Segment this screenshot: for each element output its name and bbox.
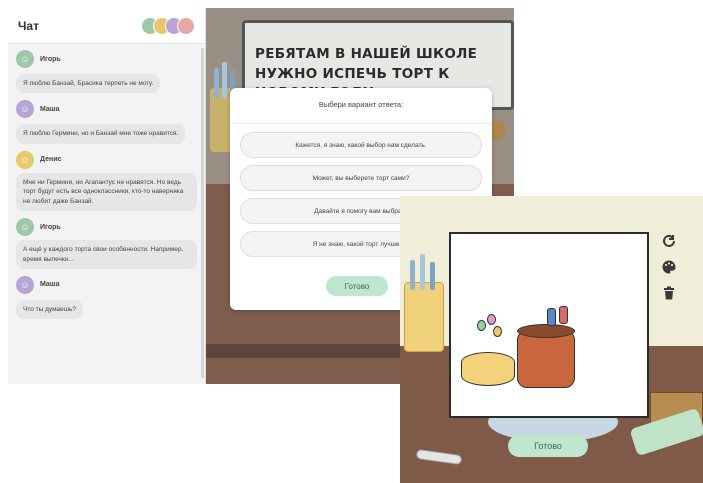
avatar: ☺ <box>16 50 34 68</box>
figure-icon <box>559 306 568 324</box>
chat-scrollbar[interactable] <box>201 48 204 378</box>
message-author: Игорь <box>40 55 61 63</box>
chat-message: ☺ Маша Я люблю Гермини, но и Банзай мне … <box>16 100 197 144</box>
chat-panel: Чат ☺ Игорь Я люблю Банзай, Брасика терп… <box>8 8 206 384</box>
figure-icon <box>547 308 556 326</box>
cake-canvas[interactable] <box>449 232 649 418</box>
chat-header: Чат <box>8 8 205 44</box>
palette-icon[interactable] <box>660 258 678 276</box>
utensil-icon <box>420 254 425 290</box>
message-text: Мне ни Гермини, ни Агапантус не нравятся… <box>16 172 197 212</box>
participant-avatar <box>177 16 195 35</box>
message-text: Я люблю Банзай, Брасика терпеть не могу. <box>16 74 161 94</box>
done-button[interactable]: Готово <box>326 276 388 296</box>
utensil-icon <box>430 262 435 290</box>
cake-top <box>517 324 575 338</box>
utensil-icon <box>214 68 219 98</box>
participants-avatars <box>141 16 195 35</box>
avatar: ☺ <box>16 100 34 119</box>
chat-message: ☺ Игорь Я люблю Банзай, Брасика терпеть … <box>16 50 197 94</box>
cake-small[interactable] <box>461 352 515 386</box>
message-author: Маша <box>40 105 60 113</box>
trash-icon[interactable] <box>660 284 678 302</box>
done-button[interactable]: Готово <box>508 435 588 457</box>
message-author: Маша <box>40 281 60 289</box>
message-text: Что ты думаешь? <box>16 299 83 320</box>
utensil-icon <box>410 260 415 290</box>
balloon-icon <box>477 320 486 331</box>
answer-option[interactable]: Может, вы выберете торт сами? <box>240 165 482 191</box>
message-author: Игорь <box>40 223 61 231</box>
balloon-icon <box>487 314 496 325</box>
message-author: Денис <box>40 156 62 164</box>
chat-message: ☺ Игорь А ещё у каждого торта свои особе… <box>16 218 197 269</box>
chat-message: ☺ Денис Мне ни Гермини, ни Агапантус не … <box>16 150 197 212</box>
balloon-icon <box>493 326 502 337</box>
answer-option[interactable]: Кажется, я знаю, какой выбор нам сделать… <box>240 132 482 158</box>
message-list: ☺ Игорь Я люблю Банзай, Брасика терпеть … <box>8 44 205 332</box>
message-text: Я люблю Гермини, но и Банзай мне тоже нр… <box>16 124 186 144</box>
cake-builder-scene: Готово <box>400 196 703 483</box>
avatar: ☺ <box>16 218 34 237</box>
chat-message: ☺ Маша Что ты думаешь? <box>16 275 197 320</box>
avatar: ☺ <box>16 150 34 169</box>
utensil-jar-icon <box>404 282 444 352</box>
utensil-icon <box>222 62 227 98</box>
chat-title: Чат <box>18 18 39 33</box>
avatar: ☺ <box>16 275 34 294</box>
cake-large[interactable] <box>517 330 575 388</box>
refresh-icon[interactable] <box>660 232 678 250</box>
message-text: А ещё у каждого торта свои особенности. … <box>16 240 197 269</box>
dialog-title: Выбери вариант ответа: <box>230 88 492 124</box>
